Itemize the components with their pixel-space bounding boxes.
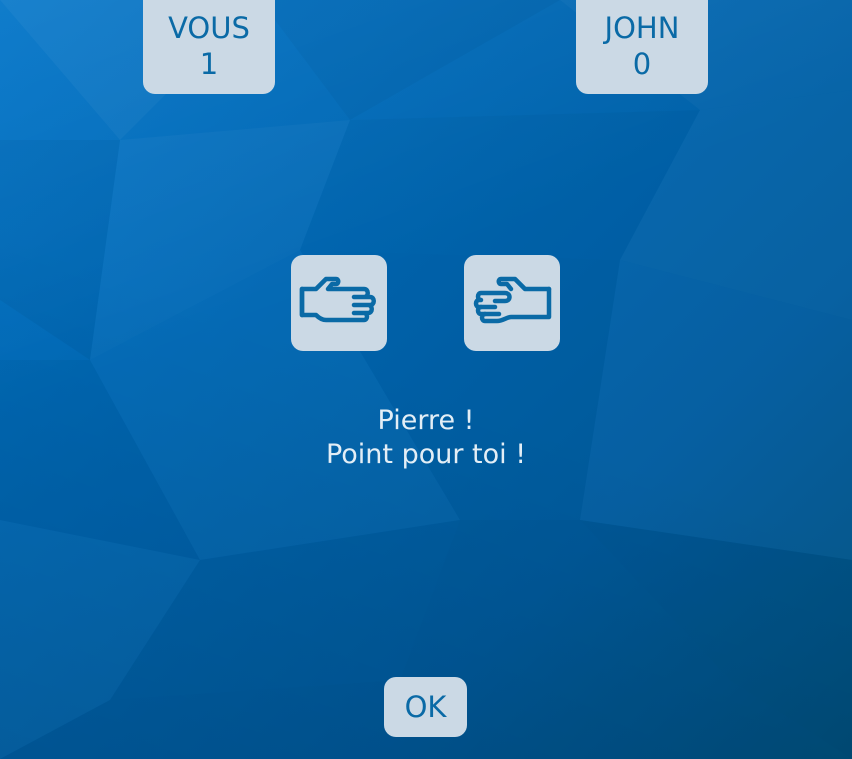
opponent-score-card: JOHN 0 (576, 0, 708, 94)
opponent-hand-card (464, 255, 560, 351)
ok-button[interactable]: OK (384, 677, 467, 737)
player-score: 1 (199, 47, 219, 81)
player-hand-card (291, 255, 387, 351)
round-result-message: Pierre ! Point pour toi ! (0, 404, 852, 472)
result-line-2: Point pour toi ! (325, 439, 527, 470)
player-name: VOUS (168, 11, 250, 45)
opponent-score: 0 (632, 47, 652, 81)
hand-scissors-icon (299, 276, 376, 323)
opponent-name: JOHN (604, 11, 680, 45)
hand-rock-icon (473, 276, 552, 324)
result-line-1: Pierre ! (377, 405, 475, 436)
player-score-card: VOUS 1 (143, 0, 275, 94)
background-facets (0, 0, 852, 759)
